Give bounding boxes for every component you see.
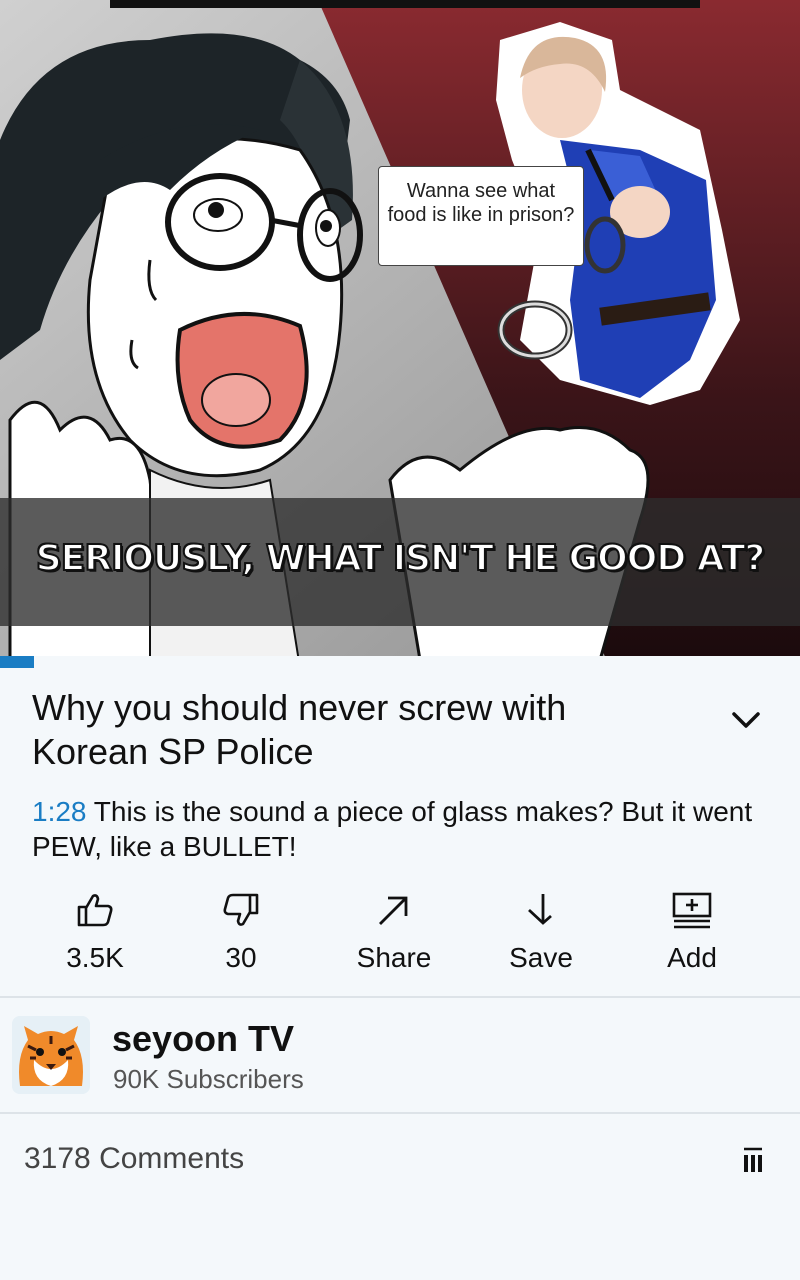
share-label: Share	[356, 942, 432, 973]
dislike-count: 30	[225, 942, 257, 973]
chevron-down-icon[interactable]	[728, 706, 764, 734]
share-icon	[379, 896, 408, 925]
channel-name[interactable]: seyoon TV	[112, 1018, 294, 1060]
video-player[interactable]: Wanna see what food is like in prison? S…	[0, 0, 800, 668]
timestamp-link[interactable]: 1:28	[32, 796, 87, 827]
sort-icon[interactable]	[742, 1146, 764, 1174]
video-description: 1:28 This is the sound a piece of glass …	[32, 794, 772, 864]
comments-header[interactable]: 3178 Comments	[24, 1142, 244, 1176]
thumbs-up-icon	[77, 894, 113, 927]
tiger-avatar-icon	[12, 1016, 90, 1094]
divider	[0, 996, 800, 998]
thumbs-down-icon	[223, 893, 259, 926]
add-to-playlist-icon	[672, 892, 712, 929]
dislike-button[interactable]: 30	[181, 884, 301, 984]
description-text: This is the sound a piece of glass makes…	[32, 796, 753, 862]
subscriber-count: 90K Subscribers	[113, 1064, 304, 1094]
save-button[interactable]: Save	[481, 884, 601, 984]
video-caption: SERIOUSLY, WHAT ISN'T HE GOOD AT?	[35, 537, 767, 580]
like-button[interactable]: 3.5K	[35, 884, 155, 984]
action-row: 3.5K 30 Share Save Add	[0, 884, 800, 984]
share-button[interactable]: Share	[334, 884, 454, 984]
progress-bar-fill	[0, 656, 35, 668]
divider	[0, 1112, 800, 1114]
save-icon	[528, 894, 552, 925]
add-button[interactable]: Add	[632, 884, 752, 984]
add-label: Add	[667, 942, 717, 973]
speech-bubble: Wanna see what food is like in prison?	[378, 166, 584, 266]
channel-avatar[interactable]	[12, 1016, 90, 1094]
like-count: 3.5K	[66, 942, 124, 973]
save-label: Save	[509, 942, 573, 973]
video-watch-page: Wanna see what food is like in prison? S…	[0, 0, 800, 1280]
progress-bar[interactable]	[0, 656, 800, 668]
video-title: Why you should never screw with Korean S…	[32, 687, 567, 772]
